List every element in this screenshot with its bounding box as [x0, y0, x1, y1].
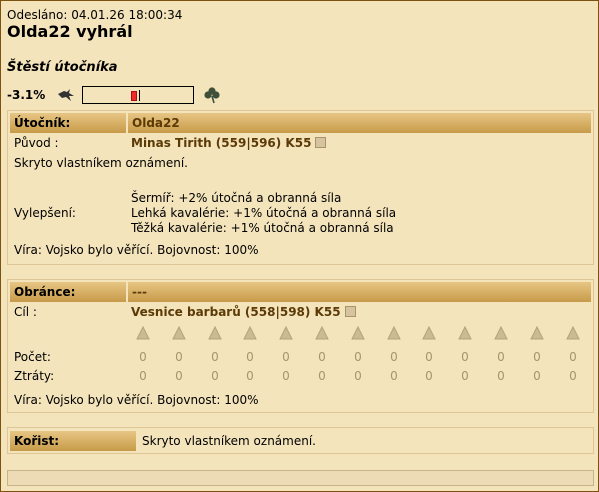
target-label: Cíl :: [14, 305, 37, 319]
unit-loss-cell: 0: [461, 369, 469, 383]
mounted-archer-icon: [348, 325, 368, 344]
attacker-player-link[interactable]: Olda22: [128, 113, 591, 133]
unit-count-cell: 0: [354, 350, 362, 364]
defender-faith: Víra: Vojsko bylo věřící. Bojovnost: 100…: [14, 393, 259, 407]
luck-bar-fill: [131, 91, 137, 101]
upgrade-line: Lehká kavalérie: +1% útočná a obranná sí…: [131, 206, 397, 220]
unit-loss-cell: 0: [354, 369, 362, 383]
unit-loss-cell: 0: [318, 369, 326, 383]
unit-loss-cell: 0: [211, 369, 219, 383]
defender-header: Obránce: ---: [10, 282, 591, 302]
loot-section: Kořist: Skryto vlastníkem oznámení.: [7, 427, 594, 454]
map-square-icon[interactable]: [315, 137, 327, 148]
snob-icon: [527, 325, 547, 344]
unit-count-cell: 0: [533, 350, 541, 364]
scout-icon: [276, 325, 296, 344]
attacker-section: Útočník: Olda22 Původ : Minas Tirith (55…: [7, 110, 594, 265]
defender-section: Obránce: --- Cíl : Vesnice barbarů (558|…: [7, 279, 594, 413]
knight-icon: [491, 325, 511, 344]
unit-count-cell: 0: [425, 350, 433, 364]
origin-village: Minas Tirith (559|596) K55: [131, 136, 327, 150]
unit-loss-cell: 0: [497, 369, 505, 383]
luck-bar-center: [139, 90, 140, 101]
loot-label: Kořist:: [10, 431, 136, 451]
upgrades-label: Vylepšení:: [14, 206, 76, 220]
axe-icon: [205, 325, 225, 344]
losses-label: Ztráty:: [14, 369, 55, 383]
defender-player: ---: [128, 282, 591, 302]
ram-icon: [419, 325, 439, 344]
origin-village-link[interactable]: Minas Tirith (559|596) K55: [131, 136, 311, 150]
unit-loss-cell: 0: [282, 369, 290, 383]
catapult-icon: [455, 325, 475, 344]
luck-value: -3.1%: [7, 88, 46, 102]
attacker-header: Útočník: Olda22: [10, 113, 591, 133]
count-label: Počet:: [14, 350, 51, 364]
luck-row: -3.1%: [7, 85, 220, 105]
unit-count-cell: 0: [497, 350, 505, 364]
unit-loss-cell: 0: [390, 369, 398, 383]
unit-loss-cell: 0: [139, 369, 147, 383]
unit-count-cell: 0: [390, 350, 398, 364]
unit-loss-cell: 0: [425, 369, 433, 383]
light-cavalry-icon: [312, 325, 332, 344]
unit-count-cell: 0: [211, 350, 219, 364]
target-village-link[interactable]: Vesnice barbarů (558|598) K55: [131, 305, 341, 319]
unit-count-cell: 0: [569, 350, 577, 364]
archer-icon: [240, 325, 260, 344]
origin-label: Původ :: [14, 136, 59, 150]
unit-count-cell: 0: [246, 350, 254, 364]
bottom-scrollbar[interactable]: [7, 470, 594, 486]
sword-icon: [169, 325, 189, 344]
unit-count-cell: 0: [175, 350, 183, 364]
unit-loss-cell: 0: [175, 369, 183, 383]
unit-loss-cell: 0: [246, 369, 254, 383]
report-title: Olda22 vyhrál: [7, 22, 133, 41]
good-luck-clover-icon: [203, 86, 221, 107]
unit-count-cell: 0: [282, 350, 290, 364]
unit-count-cell: 0: [461, 350, 469, 364]
luck-bar: [82, 86, 194, 104]
luck-title: Štěstí útočníka: [7, 60, 118, 75]
militia-icon: [563, 325, 583, 344]
heavy-cavalry-icon: [384, 325, 404, 344]
report-frame: Odesláno: 04.01.26 18:00:34 Olda22 vyhrá…: [0, 0, 599, 492]
loot-value: Skryto vlastníkem oznámení.: [142, 434, 316, 448]
unit-loss-cell: 0: [533, 369, 541, 383]
map-square-icon[interactable]: [344, 306, 356, 317]
defender-label: Obránce:: [10, 282, 126, 302]
upgrade-line: Šermíř: +2% útočná a obranná síla: [131, 191, 342, 205]
sent-timestamp: Odesláno: 04.01.26 18:00:34: [7, 8, 183, 22]
attacker-faith: Víra: Vojsko bylo věřící. Bojovnost: 100…: [14, 243, 259, 257]
upgrade-line: Těžká kavalérie: +1% útočná a obranná sí…: [131, 221, 394, 235]
spear-icon: [133, 325, 153, 344]
bad-luck-icon: [57, 87, 75, 106]
target-village: Vesnice barbarů (558|598) K55: [131, 305, 356, 319]
unit-count-cell: 0: [139, 350, 147, 364]
unit-loss-cell: 0: [569, 369, 577, 383]
attacker-hidden-text: Skryto vlastníkem oznámení.: [14, 156, 188, 170]
unit-count-cell: 0: [318, 350, 326, 364]
attacker-label: Útočník:: [10, 113, 126, 133]
